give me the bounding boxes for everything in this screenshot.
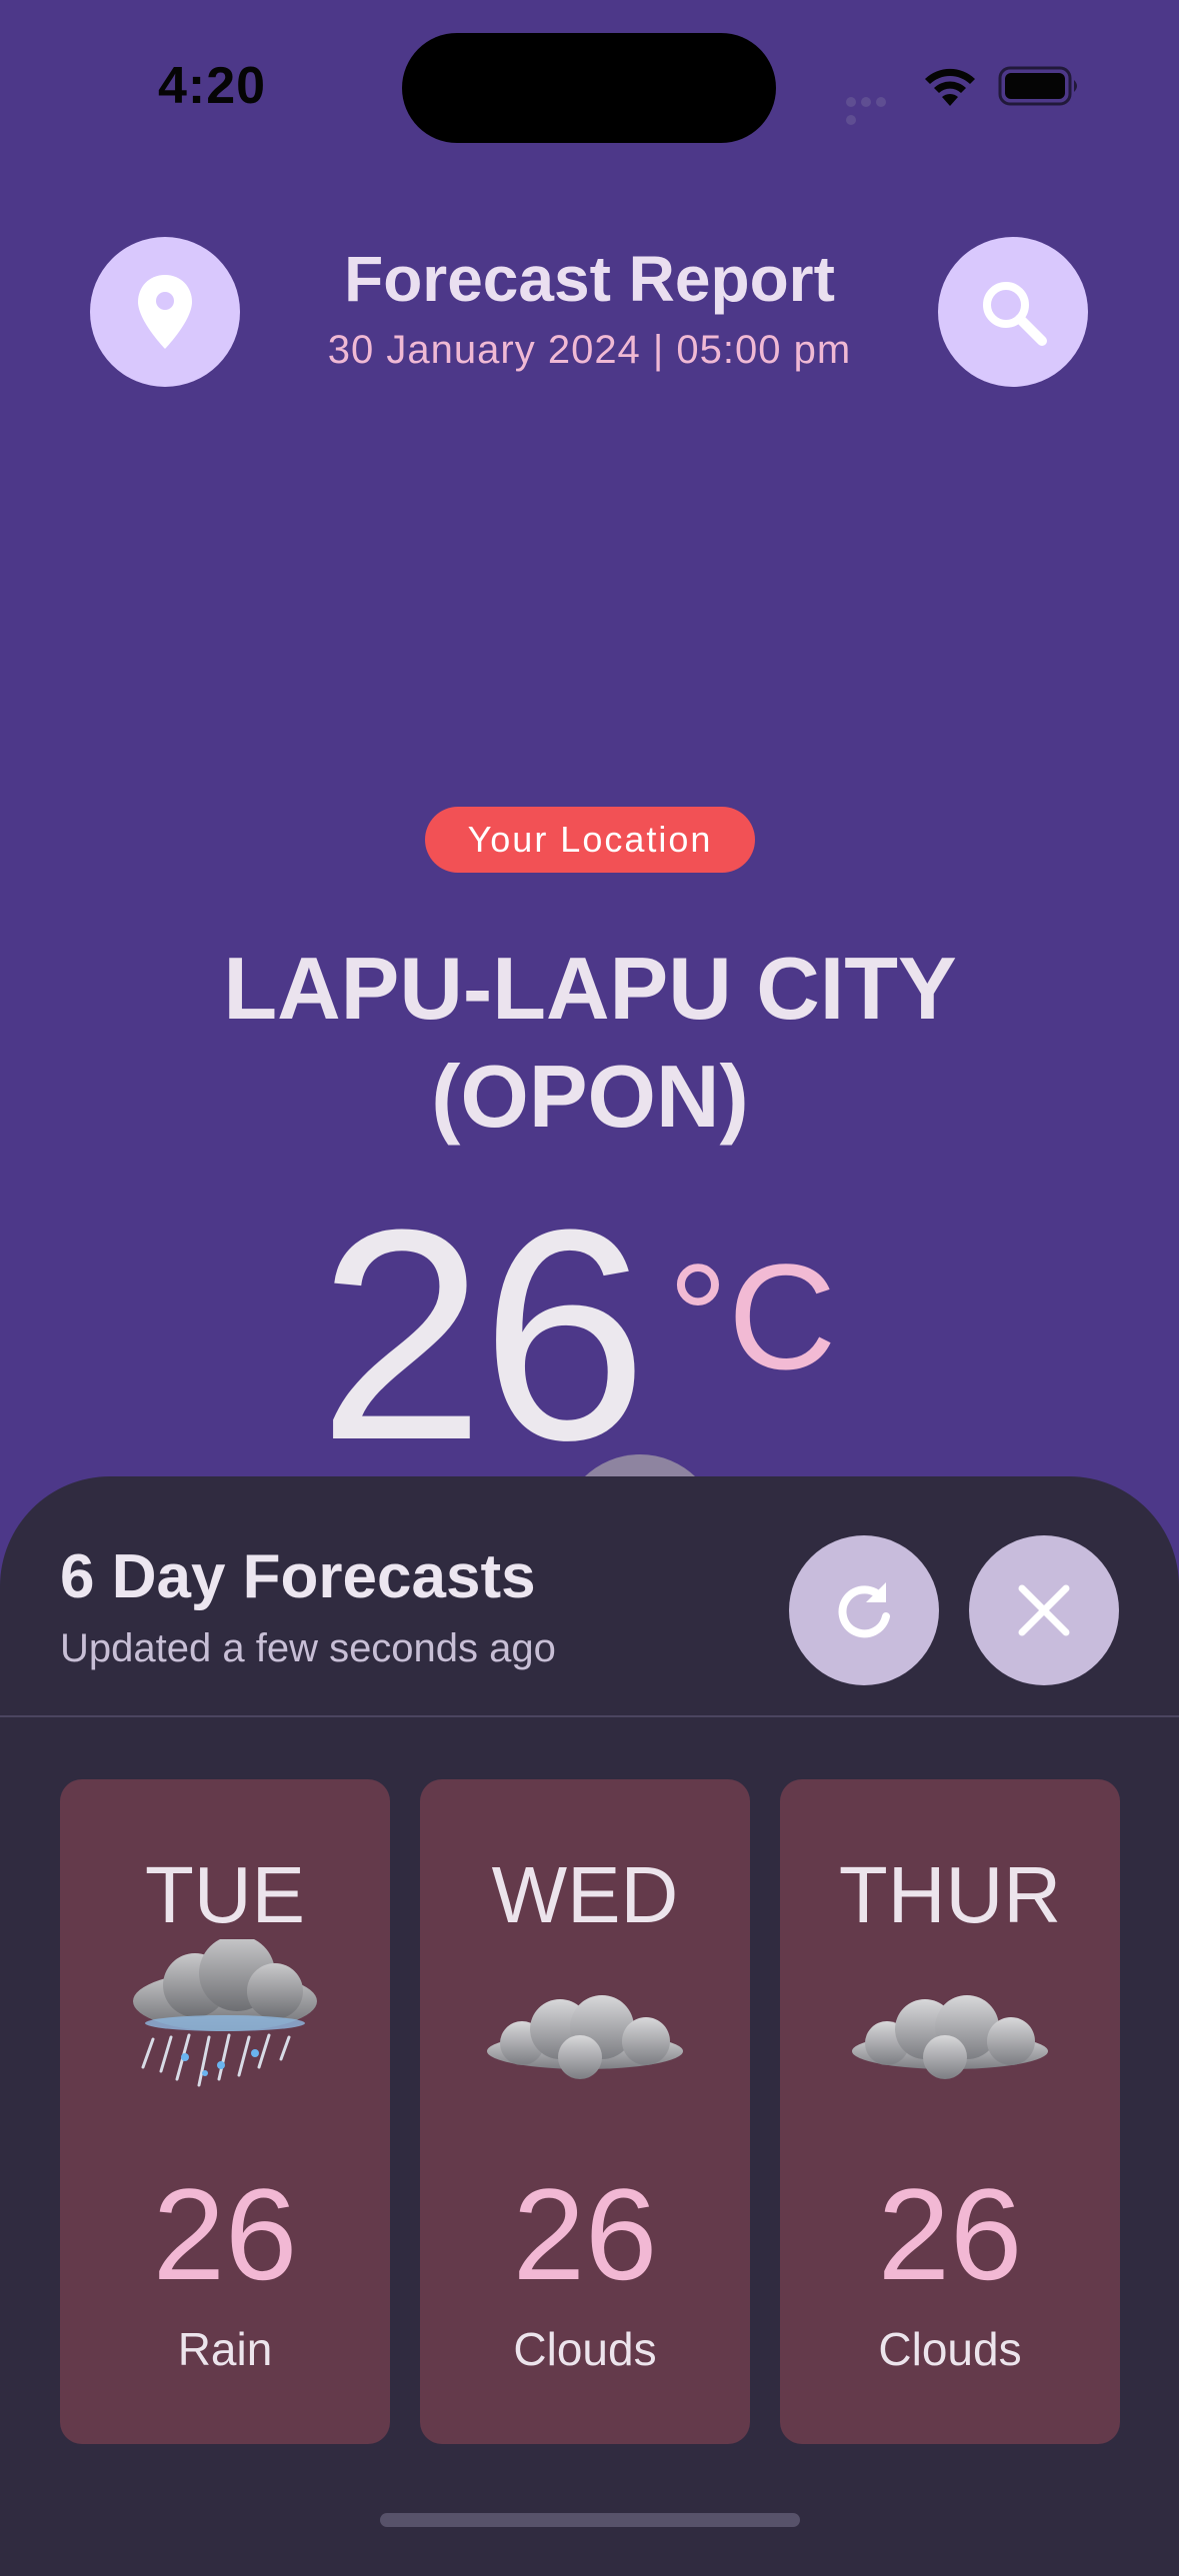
rain-cloud-icon (60, 1939, 390, 2099)
refresh-icon (838, 1582, 890, 1638)
forecast-updated-text: Updated a few seconds ago (60, 1626, 556, 1670)
sheet-divider (0, 1715, 1179, 1717)
forecast-temp: 26 (152, 2161, 298, 2307)
battery-icon (998, 66, 1082, 106)
temperature-unit: °C (668, 1233, 837, 1400)
forecast-temp: 26 (877, 2161, 1023, 2307)
cloud-icon (420, 1939, 750, 2099)
city-name: LAPU-LAPU CITY (OPON) (223, 939, 957, 1146)
forecast-card-tue[interactable]: TUE 26 Rain (60, 1779, 390, 2444)
home-indicator[interactable] (380, 2513, 800, 2527)
forecast-condition: Clouds (513, 2323, 657, 2375)
search-button[interactable] (938, 237, 1088, 387)
close-button[interactable] (969, 1535, 1119, 1685)
forecast-card-wed[interactable]: WED 26 Clouds (420, 1779, 750, 2444)
forecast-day: TUE (145, 1850, 305, 1939)
cellular-signal-icon (846, 94, 904, 125)
forecast-title: 6 Day Forecasts (60, 1542, 536, 1611)
wifi-icon (922, 66, 978, 108)
close-icon (1018, 1584, 1070, 1636)
forecast-temp: 26 (512, 2161, 658, 2307)
forecast-card-thur[interactable]: THUR 26 Clouds (780, 1779, 1120, 2444)
search-icon (983, 282, 1047, 346)
refresh-button[interactable] (789, 1535, 939, 1685)
current-temperature: 26 (318, 1167, 648, 1502)
forecast-day: THUR (838, 1850, 1062, 1939)
forecast-condition: Rain (177, 2323, 273, 2375)
forecast-day: WED (491, 1850, 679, 1939)
forecast-condition: Clouds (878, 2323, 1022, 2375)
dynamic-island (402, 33, 776, 143)
cloud-icon (780, 1939, 1120, 2099)
status-time: 4:20 (158, 57, 267, 115)
your-location-badge: Your Location (425, 807, 755, 873)
